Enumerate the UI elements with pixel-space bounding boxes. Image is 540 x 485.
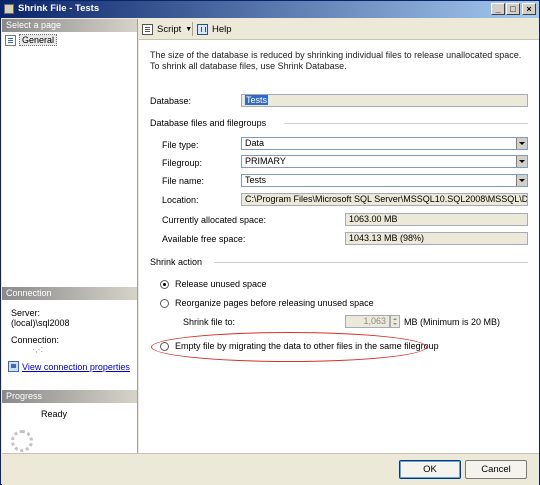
database-value: Tests xyxy=(245,95,269,105)
minimize-icon[interactable]: _ xyxy=(491,3,505,15)
help-icon xyxy=(197,23,208,35)
reorganize-pages-label: Reorganize pages before releasing unused… xyxy=(175,298,374,308)
progress-header: Progress xyxy=(2,390,137,403)
server-label: Server: xyxy=(11,308,41,318)
shrink-action-label: Shrink action xyxy=(150,257,203,267)
free-space-label: Available free space: xyxy=(162,234,246,244)
title-bar[interactable]: Shrink File - Tests _ □ × xyxy=(1,1,539,18)
file-type-label: File type: xyxy=(162,140,199,150)
page-item-general[interactable]: General xyxy=(5,34,58,46)
script-label: Script xyxy=(157,23,182,35)
files-group-divider xyxy=(284,123,528,124)
dialog-footer: OK Cancel xyxy=(2,453,539,485)
chevron-down-icon[interactable] xyxy=(516,175,527,186)
main-pane: Script ▼ Help The size of the database i… xyxy=(139,19,539,453)
toolbar-separator xyxy=(192,22,193,36)
description-text: The size of the database is reduced by s… xyxy=(150,50,522,71)
ok-button[interactable]: OK xyxy=(399,460,461,479)
file-name-value: Tests xyxy=(245,175,267,185)
left-pane: Select a page General Connection Server:… xyxy=(2,19,138,453)
empty-file-radio[interactable]: Empty file by migrating the data to othe… xyxy=(160,341,439,351)
file-name-label: File name: xyxy=(162,176,205,186)
connection-value: ·,·: xyxy=(32,344,43,354)
shrink-file-dialog: Shrink File - Tests _ □ × Select a page … xyxy=(0,0,540,485)
server-value: (local)\sql2008 xyxy=(11,318,70,328)
allocated-space-value: 1063.00 MB xyxy=(345,213,528,226)
database-label: Database: xyxy=(150,96,192,106)
help-button[interactable]: Help xyxy=(197,22,232,36)
close-icon[interactable]: × xyxy=(522,3,536,15)
shrink-file-to-label: Shrink file to: xyxy=(183,317,236,327)
radio-icon xyxy=(160,341,169,351)
chevron-down-icon[interactable] xyxy=(516,138,527,149)
toolbar: Script ▼ Help xyxy=(139,19,539,40)
connection-header: Connection xyxy=(2,287,137,300)
reorganize-pages-radio[interactable]: Reorganize pages before releasing unused… xyxy=(160,298,374,308)
release-unused-space-radio[interactable]: Release unused space xyxy=(160,279,267,289)
script-icon xyxy=(142,23,153,35)
help-label: Help xyxy=(212,23,232,35)
view-connection-properties-link[interactable]: View connection properties xyxy=(8,361,130,372)
file-name-select[interactable]: Tests xyxy=(241,174,528,187)
shrink-unit-label: MB (Minimum is 20 MB) xyxy=(404,317,501,327)
cancel-button[interactable]: Cancel xyxy=(465,460,527,479)
file-type-select[interactable]: Data xyxy=(241,137,528,150)
shrink-size-stepper[interactable] xyxy=(390,315,400,328)
files-group-label: Database files and filegroups xyxy=(150,118,267,128)
shrink-action-divider xyxy=(214,262,528,263)
free-space-value: 1043.13 MB (98%) xyxy=(345,232,528,245)
connection-properties-icon xyxy=(8,361,19,372)
maximize-icon[interactable]: □ xyxy=(506,3,520,15)
chevron-down-icon[interactable] xyxy=(516,156,527,167)
empty-file-label: Empty file by migrating the data to othe… xyxy=(175,341,439,351)
location-field[interactable]: C:\Program Files\Microsoft SQL Server\MS… xyxy=(241,193,528,206)
page-label: General xyxy=(19,34,58,46)
filegroup-select[interactable]: PRIMARY xyxy=(241,155,528,168)
select-page-header: Select a page xyxy=(2,19,137,32)
shrink-file-to-input[interactable]: 1,063 xyxy=(345,315,390,328)
filegroup-value: PRIMARY xyxy=(245,156,286,166)
allocated-space-label: Currently allocated space: xyxy=(162,215,267,225)
filegroup-label: Filegroup: xyxy=(162,158,203,168)
page-icon xyxy=(5,34,16,46)
radio-icon xyxy=(160,298,169,308)
release-unused-space-label: Release unused space xyxy=(175,279,267,289)
script-button[interactable]: Script ▼ xyxy=(142,22,192,36)
progress-spinner-icon xyxy=(11,430,33,452)
app-icon xyxy=(4,4,14,14)
view-connection-properties-label: View connection properties xyxy=(22,361,130,372)
database-field[interactable]: Tests xyxy=(241,94,528,107)
location-label: Location: xyxy=(162,195,199,205)
file-type-value: Data xyxy=(245,138,265,148)
window-title: Shrink File - Tests xyxy=(18,3,100,14)
radio-selected-icon xyxy=(160,279,169,289)
progress-status: Ready xyxy=(41,409,68,419)
